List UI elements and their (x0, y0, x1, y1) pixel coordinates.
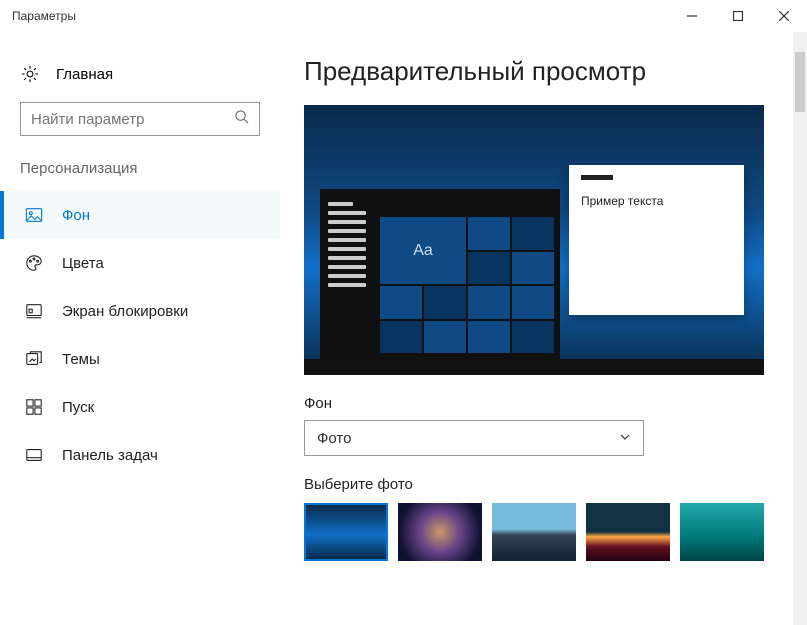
preview-taskbar (304, 359, 764, 375)
titlebar: Параметры (0, 0, 807, 32)
window-controls (669, 0, 807, 32)
preview-box: Aa Пример текста (304, 105, 764, 375)
photo-thumb-4[interactable] (586, 503, 670, 561)
sidebar-item-label: Цвета (62, 255, 104, 272)
background-dropdown[interactable]: Фото (304, 420, 644, 456)
window-title: Параметры (12, 9, 669, 23)
sidebar-group-label: Персонализация (0, 160, 280, 191)
window-body: Главная Персонализация Фон (0, 32, 807, 625)
choose-photo-label: Выберите фото (304, 476, 783, 493)
preview-start-menu: Aa (320, 189, 560, 359)
page-title: Предварительный просмотр (304, 56, 783, 87)
sidebar-home-label: Главная (56, 66, 113, 83)
preview-start-tiles: Aa (374, 189, 560, 359)
scroll-thumb[interactable] (795, 52, 805, 112)
photo-thumbnails (304, 503, 783, 561)
lockscreen-icon (24, 301, 44, 321)
photo-thumb-2[interactable] (398, 503, 482, 561)
sidebar-item-label: Экран блокировки (62, 303, 188, 320)
sidebar-home[interactable]: Главная (0, 56, 280, 102)
picture-icon (24, 205, 44, 225)
sidebar-item-lockscreen[interactable]: Экран блокировки (0, 287, 280, 335)
sidebar: Главная Персонализация Фон (0, 32, 280, 625)
close-button[interactable] (761, 0, 807, 32)
chevron-down-icon (619, 430, 631, 447)
sidebar-item-start[interactable]: Пуск (0, 383, 280, 431)
sidebar-item-themes[interactable]: Темы (0, 335, 280, 383)
sidebar-item-colors[interactable]: Цвета (0, 239, 280, 287)
themes-icon (24, 349, 44, 369)
preview-sample-text: Пример текста (581, 194, 732, 208)
search-icon (234, 109, 249, 129)
minimize-button[interactable] (669, 0, 715, 32)
gear-icon (20, 64, 40, 84)
search-input[interactable] (31, 111, 234, 128)
preview-start-list (320, 189, 374, 359)
sidebar-item-label: Пуск (62, 399, 94, 416)
sidebar-item-taskbar[interactable]: Панель задач (0, 431, 280, 479)
sidebar-item-label: Темы (62, 351, 100, 368)
maximize-button[interactable] (715, 0, 761, 32)
photo-thumb-1[interactable] (304, 503, 388, 561)
background-label: Фон (304, 395, 783, 412)
search-box[interactable] (20, 102, 260, 136)
preview-tile-big: Aa (380, 217, 466, 284)
start-icon (24, 397, 44, 417)
taskbar-icon (24, 445, 44, 465)
photo-thumb-3[interactable] (492, 503, 576, 561)
settings-window: Параметры Главная (0, 0, 807, 625)
search-wrap (20, 102, 260, 136)
sidebar-item-label: Фон (62, 207, 90, 224)
content-area: Предварительный просмотр Aa (280, 32, 807, 625)
sidebar-item-label: Панель задач (62, 447, 158, 464)
palette-icon (24, 253, 44, 273)
photo-thumb-5[interactable] (680, 503, 764, 561)
sidebar-item-background[interactable]: Фон (0, 191, 280, 239)
preview-sample-window: Пример текста (569, 165, 744, 315)
scrollbar[interactable] (793, 32, 807, 625)
dropdown-value: Фото (317, 430, 351, 447)
